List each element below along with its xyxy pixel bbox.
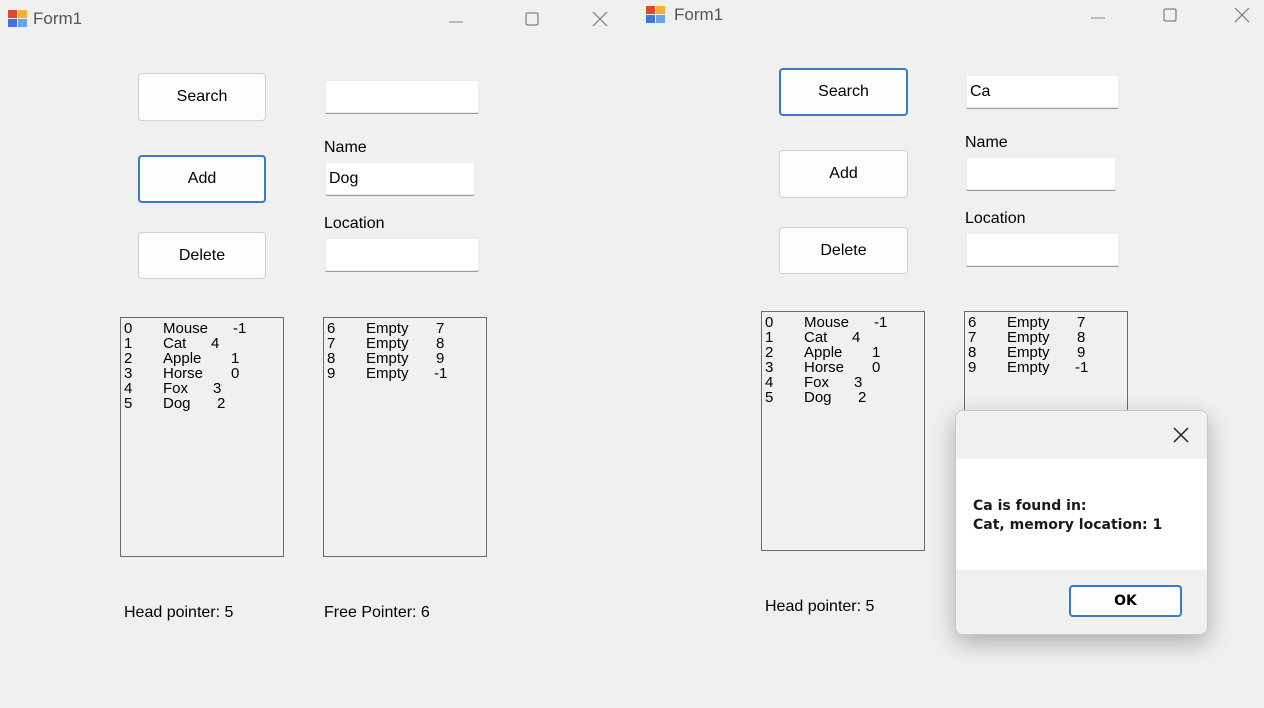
- list-item[interactable]: 2 Apple 1: [762, 345, 924, 360]
- maximize-icon: [1163, 8, 1177, 22]
- location-input[interactable]: [325, 238, 479, 272]
- window-title: Form1: [674, 5, 724, 24]
- list-item[interactable]: 6 Empty 7: [965, 315, 1127, 330]
- minimize-button[interactable]: [433, 0, 479, 36]
- delete-button[interactable]: Delete: [138, 232, 266, 279]
- linked-list-listbox-right[interactable]: 6 Empty 7 7 Empty 8 8 Empty 9 9 Empty -1: [323, 317, 487, 557]
- close-icon: [1234, 7, 1250, 23]
- list-item[interactable]: 3 Horse 0: [121, 366, 283, 381]
- minimize-button[interactable]: [1075, 0, 1121, 32]
- list-item[interactable]: 8 Empty 9: [324, 351, 486, 366]
- list-item[interactable]: 4 Fox 3: [762, 375, 924, 390]
- head-pointer-label: Head pointer: 5: [765, 598, 875, 615]
- search-button[interactable]: Search: [138, 73, 266, 121]
- window-title: Form1: [33, 9, 83, 28]
- list-item[interactable]: 1 Cat 4: [121, 336, 283, 351]
- name-input[interactable]: [325, 162, 475, 196]
- linked-list-listbox-left[interactable]: 0 Mouse -1 1 Cat 4 2 Apple 1 3 Horse 0 4 Fox 3 5 Do…: [761, 311, 925, 551]
- message-box-dialog: Ca is found in: Cat, memory location: 1 …: [955, 410, 1208, 635]
- add-button[interactable]: Add: [138, 155, 266, 203]
- search-input[interactable]: [325, 80, 479, 114]
- close-button[interactable]: [577, 0, 623, 36]
- free-pointer-label: Free Pointer: 6: [324, 604, 430, 621]
- list-item[interactable]: 8 Empty 9: [965, 345, 1127, 360]
- form1-window-left: Form1 Search Add Delete Name Location 0M…: [0, 0, 632, 708]
- linked-list-listbox-left[interactable]: 0 Mouse -1 1 Cat 4 2 Apple 1 3 Horse 0 4 Fox 3 5 Do…: [120, 317, 284, 557]
- list-item[interactable]: 9 Empty -1: [965, 360, 1127, 375]
- list-item[interactable]: 7 Empty 8: [965, 330, 1127, 345]
- location-label: Location: [324, 215, 385, 232]
- list-item[interactable]: 6 Empty 7: [324, 321, 486, 336]
- maximize-icon: [525, 12, 539, 26]
- minimize-icon: [449, 21, 463, 23]
- list-item[interactable]: 5 Dog 2: [121, 396, 283, 411]
- list-item[interactable]: 1 Cat 4: [762, 330, 924, 345]
- app-icon: [8, 10, 28, 28]
- dialog-footer: OK: [956, 570, 1207, 634]
- dialog-body: Ca is found in: Cat, memory location: 1: [956, 459, 1207, 570]
- list-item[interactable]: 0 Mouse -1: [762, 315, 924, 330]
- dialog-header: [956, 411, 1207, 459]
- ok-button[interactable]: OK: [1069, 585, 1182, 617]
- list-item[interactable]: 0 Mouse -1: [121, 321, 283, 336]
- delete-button[interactable]: Delete: [779, 227, 908, 274]
- maximize-button[interactable]: [509, 0, 555, 36]
- list-item[interactable]: 9 Empty -1: [324, 366, 486, 381]
- close-icon[interactable]: [1171, 425, 1191, 445]
- list-item[interactable]: 2 Apple 1: [121, 351, 283, 366]
- search-button[interactable]: Search: [779, 68, 908, 116]
- close-icon: [592, 11, 608, 27]
- search-input[interactable]: [966, 75, 1119, 109]
- name-label: Name: [965, 134, 1008, 151]
- list-item[interactable]: 3 Horse 0: [762, 360, 924, 375]
- title-bar[interactable]: Form1: [0, 0, 632, 40]
- app-icon: [646, 6, 666, 24]
- add-button[interactable]: Add: [779, 150, 908, 198]
- close-button[interactable]: [1219, 0, 1264, 32]
- head-pointer-label: Head pointer: 5: [124, 604, 234, 621]
- location-label: Location: [965, 210, 1026, 227]
- list-item[interactable]: 7 Empty 8: [324, 336, 486, 351]
- location-input[interactable]: [966, 233, 1119, 267]
- title-bar[interactable]: Form1: [640, 0, 1264, 40]
- list-item[interactable]: 5 Dog 2: [762, 390, 924, 405]
- maximize-button[interactable]: [1147, 0, 1193, 32]
- minimize-icon: [1091, 17, 1105, 19]
- name-input[interactable]: [966, 157, 1116, 191]
- dialog-message: Ca is found in: Cat, memory location: 1: [973, 497, 1162, 535]
- dialog-message-line-1: Ca is found in:: [973, 498, 1087, 514]
- name-label: Name: [324, 139, 367, 156]
- list-item[interactable]: 4 Fox 3: [121, 381, 283, 396]
- dialog-message-line-2: Cat, memory location: 1: [973, 517, 1163, 533]
